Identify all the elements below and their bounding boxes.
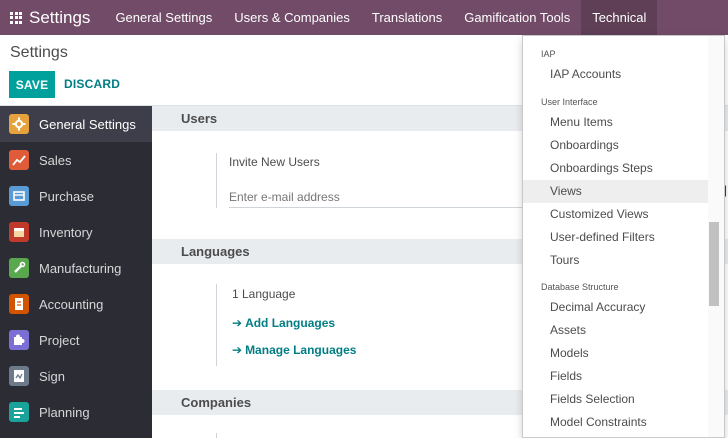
dropdown-item-decimal-accuracy[interactable]: Decimal Accuracy bbox=[523, 296, 708, 319]
page-title: Settings bbox=[10, 44, 68, 61]
dropdown-item-onboardings[interactable]: Onboardings bbox=[523, 134, 708, 157]
add-languages-link[interactable]: ➔ Add Languages bbox=[232, 316, 335, 330]
dropdown-item-models[interactable]: Models bbox=[523, 342, 708, 365]
menu-technical[interactable]: Technical bbox=[581, 0, 658, 35]
add-languages-label: Add Languages bbox=[245, 316, 336, 330]
users-box-border bbox=[216, 153, 217, 208]
manage-languages-label: Manage Languages bbox=[245, 343, 357, 357]
menu-general-settings[interactable]: General Settings bbox=[104, 0, 223, 35]
manage-languages-link[interactable]: ➔ Manage Languages bbox=[232, 343, 356, 357]
iap-header: IAP bbox=[541, 49, 556, 59]
menu-translations[interactable]: Translations bbox=[361, 0, 453, 35]
user-interface-header: User Interface bbox=[541, 97, 598, 107]
chart-icon bbox=[9, 150, 29, 170]
cart-icon bbox=[9, 186, 29, 206]
invoice-icon bbox=[9, 294, 29, 314]
dropdown-item-iap-accounts[interactable]: IAP Accounts bbox=[523, 63, 708, 86]
dropdown-item-fields[interactable]: Fields bbox=[523, 365, 708, 388]
sidebar-item-planning[interactable]: Planning bbox=[0, 394, 152, 430]
dropdown-item-fields-selection[interactable]: Fields Selection bbox=[523, 388, 708, 411]
invite-email-input[interactable] bbox=[229, 186, 529, 208]
companies-box-border bbox=[216, 433, 217, 438]
dropdown-item-model-constraints[interactable]: Model Constraints bbox=[523, 411, 708, 434]
sidebar-item-sales[interactable]: Sales bbox=[0, 142, 152, 178]
planning-icon bbox=[9, 402, 29, 422]
dropdown-item-user-defined-filters[interactable]: User-defined Filters bbox=[523, 226, 708, 249]
sidebar-item-label: Sales bbox=[39, 152, 72, 168]
database-structure-header: Database Structure bbox=[541, 282, 619, 292]
sidebar-item-manufacturing[interactable]: Manufacturing bbox=[0, 250, 152, 286]
dropdown-item-customized-views[interactable]: Customized Views bbox=[523, 203, 708, 226]
settings-sidebar: General Settings Sales Purchase Inventor… bbox=[0, 106, 152, 438]
dropdown-item-tours[interactable]: Tours bbox=[523, 249, 708, 272]
sign-icon bbox=[9, 366, 29, 386]
technical-dropdown-menu: IAP IAP Accounts User Interface Menu Ite… bbox=[522, 35, 725, 438]
box-icon bbox=[9, 222, 29, 242]
invite-users-label: Invite New Users bbox=[229, 155, 320, 169]
gear-icon bbox=[9, 114, 29, 134]
sidebar-item-inventory[interactable]: Inventory bbox=[0, 214, 152, 250]
sidebar-item-label: Accounting bbox=[39, 296, 104, 312]
puzzle-icon bbox=[9, 330, 29, 350]
top-navbar: Settings General Settings Users & Compan… bbox=[0, 0, 728, 35]
menu-users-companies[interactable]: Users & Companies bbox=[223, 0, 361, 35]
dropdown-item-menu-items[interactable]: Menu Items bbox=[523, 111, 708, 134]
app-brand[interactable]: Settings bbox=[29, 8, 90, 28]
menu-gamification-tools[interactable]: Gamification Tools bbox=[453, 0, 581, 35]
sidebar-item-sign[interactable]: Sign bbox=[0, 358, 152, 394]
sidebar-item-label: Planning bbox=[39, 404, 90, 420]
arrow-right-icon: ➔ bbox=[232, 316, 243, 330]
arrow-right-icon: ➔ bbox=[232, 343, 243, 357]
wrench-icon bbox=[9, 258, 29, 278]
sidebar-item-purchase[interactable]: Purchase bbox=[0, 178, 152, 214]
apps-menu-icon[interactable] bbox=[0, 0, 32, 35]
discard-button[interactable]: DISCARD bbox=[64, 71, 120, 98]
sidebar-item-label: Manufacturing bbox=[39, 260, 122, 276]
sidebar-item-label: General Settings bbox=[39, 116, 136, 132]
sidebar-item-label: Inventory bbox=[39, 224, 93, 240]
language-count: 1 Language bbox=[232, 287, 296, 301]
sidebar-item-project[interactable]: Project bbox=[0, 322, 152, 358]
sidebar-item-general-settings[interactable]: General Settings bbox=[0, 106, 152, 142]
sidebar-item-label: Sign bbox=[39, 368, 66, 384]
dropdown-item-onboardings-steps[interactable]: Onboardings Steps bbox=[523, 157, 708, 180]
sidebar-item-label: Purchase bbox=[39, 188, 94, 204]
dropdown-scrollbar-thumb[interactable] bbox=[709, 222, 719, 306]
dropdown-item-assets[interactable]: Assets bbox=[523, 319, 708, 342]
dropdown-item-views[interactable]: Views bbox=[523, 180, 708, 203]
save-button[interactable]: SAVE bbox=[9, 71, 55, 98]
languages-box-border bbox=[216, 284, 217, 366]
sidebar-item-label: Project bbox=[39, 332, 80, 348]
sidebar-item-accounting[interactable]: Accounting bbox=[0, 286, 152, 322]
